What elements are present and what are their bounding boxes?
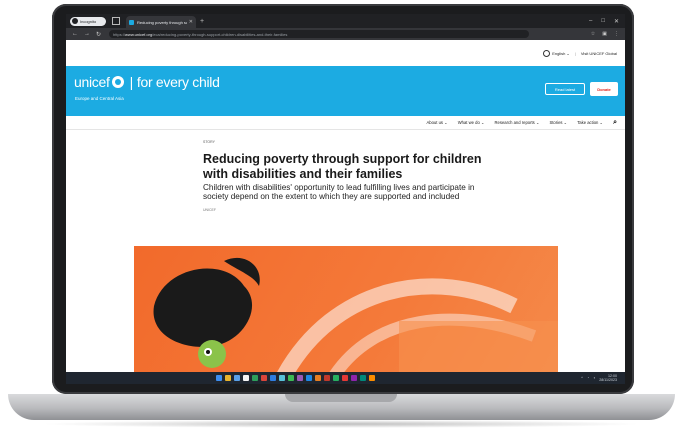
app-icon[interactable] — [324, 375, 330, 381]
profile-button[interactable]: Incognito — [70, 16, 106, 26]
app-icon[interactable] — [315, 375, 321, 381]
app-icon[interactable] — [288, 375, 294, 381]
chevron-up-icon[interactable]: ^ — [581, 376, 583, 380]
visit-global-link[interactable]: Visit UNICEF Global — [581, 51, 617, 56]
app-icon[interactable] — [333, 375, 339, 381]
breadcrumb[interactable]: STORY — [203, 140, 503, 144]
taskbar-apps — [216, 375, 375, 381]
bookmark-star-icon[interactable]: ☆ — [591, 31, 595, 37]
laptop-notch — [285, 394, 397, 402]
author-credit: UNICEF — [203, 207, 217, 212]
illustration-art — [153, 257, 558, 376]
article-header: STORY Reducing poverty through support f… — [203, 132, 503, 212]
hero-illustration — [134, 246, 558, 376]
window-controls: – □ ✕ — [589, 18, 625, 25]
back-icon[interactable]: ← — [72, 31, 78, 37]
maximize-icon[interactable]: □ — [601, 18, 605, 25]
laptop-shadow — [40, 420, 643, 428]
chevron-down-icon: ⌄ — [565, 50, 570, 56]
app-icon[interactable] — [360, 375, 366, 381]
read-latest-button[interactable]: Read latest — [545, 83, 585, 95]
tab-title: Reducing poverty through supp — [137, 19, 187, 25]
menu-kebab-icon[interactable]: ⋮ — [614, 31, 619, 37]
profile-label: Incognito — [80, 18, 97, 24]
logo-divider: | — [129, 74, 134, 90]
donate-button[interactable]: Donate — [590, 82, 618, 96]
chrome-icon[interactable] — [243, 375, 249, 381]
nav-item-about[interactable]: About us ⌄ — [426, 120, 447, 125]
file-explorer-icon[interactable] — [225, 375, 231, 381]
tab-actions-icon[interactable] — [112, 17, 120, 25]
page-title: Reducing poverty through support for chi… — [203, 152, 482, 181]
utility-bar: English ⌄ | Visit UNICEF Global — [66, 40, 625, 66]
minimize-icon[interactable]: – — [589, 18, 592, 25]
volume-icon[interactable]: ◖ — [593, 376, 595, 380]
language-selector[interactable]: English — [552, 51, 565, 56]
app-icon[interactable] — [369, 375, 375, 381]
url-host: www.unicef.org — [125, 31, 153, 37]
app-icon[interactable] — [342, 375, 348, 381]
nav-item-what-we-do[interactable]: What we do ⌄ — [458, 120, 485, 125]
start-icon[interactable] — [216, 375, 222, 381]
globe-icon — [543, 49, 551, 57]
clock[interactable]: 12:00 28/11/2023 — [599, 374, 617, 382]
screen: Incognito Reducing poverty through supp … — [66, 14, 625, 384]
new-tab-icon[interactable]: + — [200, 18, 204, 25]
app-icon[interactable] — [297, 375, 303, 381]
unicef-favicon-icon — [129, 19, 134, 25]
page-subtitle: Children with disabilities' opportunity … — [203, 183, 475, 201]
brand-wordmark: unicef — [74, 74, 110, 90]
app-icon[interactable] — [261, 375, 267, 381]
os-taskbar: ^ ◔ ◖ 12:00 28/11/2023 — [66, 372, 625, 384]
nav-item-stories[interactable]: Stories ⌄ — [549, 120, 567, 125]
url-input[interactable]: https:// www.unicef.org /eca/reducing-po… — [109, 30, 530, 38]
nav-label: What we do — [457, 120, 480, 125]
forward-icon[interactable]: → — [84, 31, 90, 37]
brand-tagline: for every child — [136, 74, 220, 90]
main-navigation: About us ⌄ What we do ⌄ Research and rep… — [66, 116, 625, 130]
profile-icon — [72, 18, 78, 24]
nav-item-take-action[interactable]: Take action ⌄ — [577, 120, 603, 125]
tab-active[interactable]: Reducing poverty through supp ✕ — [126, 16, 196, 28]
address-bar: ← → ↻ https:// www.unicef.org /eca/reduc… — [66, 28, 625, 40]
unicef-emblem-icon — [111, 76, 124, 88]
url-path: /eca/reducing-poverty-through-support-ch… — [152, 31, 288, 37]
store-icon[interactable] — [234, 375, 240, 381]
app-icon[interactable] — [279, 375, 285, 381]
reload-icon[interactable]: ↻ — [96, 31, 101, 38]
browser-tab-bar: Incognito Reducing poverty through supp … — [66, 14, 625, 28]
search-icon[interactable]: ⌕ — [613, 119, 617, 127]
nav-label: Stories — [549, 120, 563, 125]
site-header: unicef | for every child Europe and Cent… — [66, 66, 625, 116]
close-window-icon[interactable]: ✕ — [614, 18, 619, 25]
unicef-logo[interactable]: unicef | for every child — [74, 74, 220, 90]
divider: | — [574, 50, 576, 56]
close-tab-icon[interactable]: ✕ — [189, 19, 193, 25]
nav-label: Take action — [577, 120, 599, 125]
toolbar-icons: ☆ ▣ ⋮ — [591, 31, 625, 37]
system-tray: ^ ◔ ◖ 12:00 28/11/2023 — [581, 374, 625, 382]
app-icon[interactable] — [252, 375, 258, 381]
nav-label: About us — [426, 120, 443, 125]
region-label: Europe and Central Asia — [75, 96, 124, 101]
wifi-icon[interactable]: ◔ — [587, 376, 589, 380]
app-icon[interactable] — [351, 375, 357, 381]
nav-item-research[interactable]: Research and reports ⌄ — [495, 120, 540, 125]
extensions-icon[interactable]: ▣ — [602, 31, 607, 37]
app-icon[interactable] — [270, 375, 276, 381]
nav-label: Research and reports — [494, 120, 535, 125]
url-prefix: https:// — [113, 31, 126, 37]
app-icon[interactable] — [306, 375, 312, 381]
date: 28/11/2023 — [599, 378, 617, 382]
